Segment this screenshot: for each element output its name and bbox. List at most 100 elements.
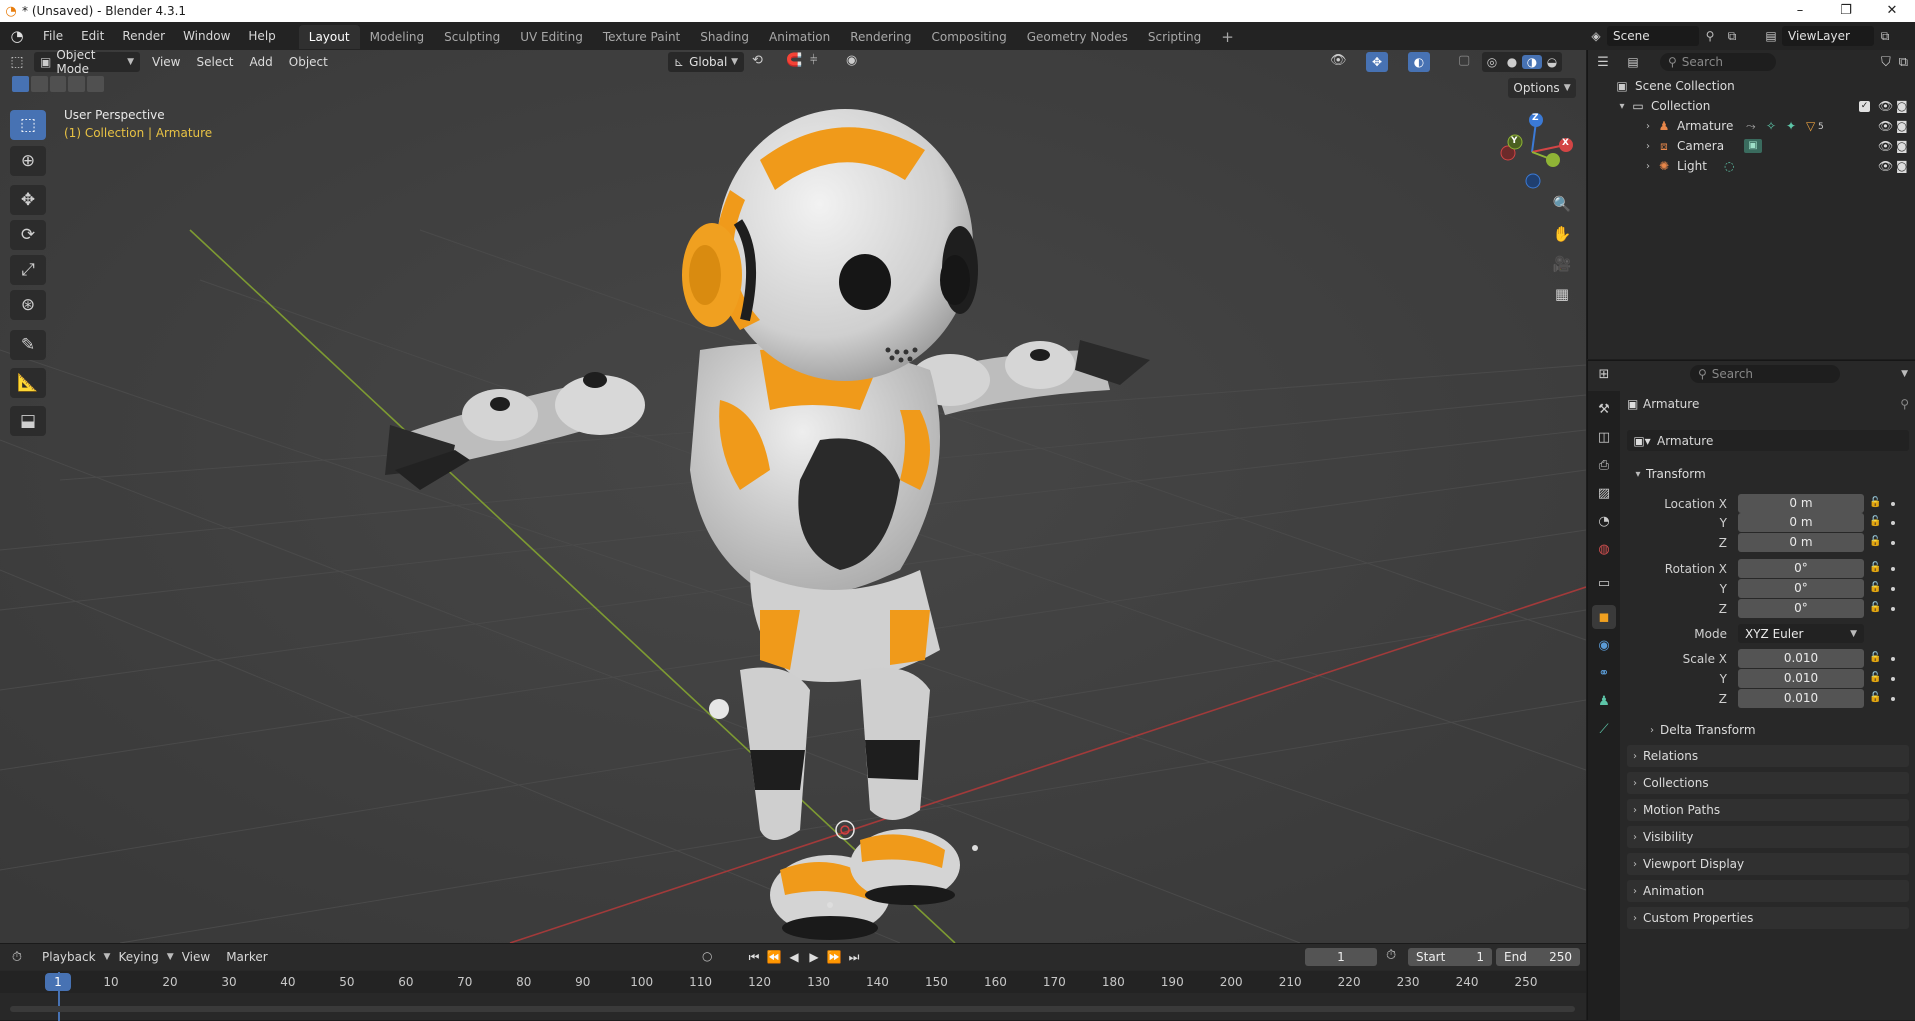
panel-collections[interactable]: › Collections [1627,772,1909,794]
new-scene-icon[interactable]: ⧉ [1721,29,1743,44]
properties-search-input[interactable]: ⚲ Search [1690,365,1840,383]
jump-start-icon[interactable]: ⏮ [744,950,764,965]
armature-data-tab-icon[interactable]: ♟ [1592,689,1616,713]
wireframe-shading-icon[interactable]: ◎ [1482,55,1502,69]
gizmo-toggle-icon[interactable]: ✥ [1366,52,1388,72]
select-mode-buttons[interactable] [12,76,104,94]
camera-view-icon[interactable]: 🎥 [1547,250,1577,278]
camera-render-icon[interactable]: ◙ [1896,139,1908,153]
menu-render[interactable]: Render [113,22,174,50]
proportional-editing-icon[interactable]: ◉ [846,53,857,68]
mesh-icon[interactable]: ▽ [1806,119,1815,133]
pin-icon[interactable]: ⚲ [1699,29,1721,43]
annotate-icon[interactable]: ✎ [10,330,46,360]
lock-icon[interactable]: 🔓 [1869,602,1881,613]
pan-hand-icon[interactable]: ✋ [1547,220,1577,248]
world-tab-icon[interactable]: ◍ [1592,537,1616,561]
3d-viewport[interactable]: Z X Y ⬚ ▣ Object Mode ▼ View Select Add … [0,50,1586,943]
timeline-menu-view[interactable]: View [174,950,218,964]
scene-tab-icon[interactable]: ◔ [1592,509,1616,533]
jump-end-icon[interactable]: ⏭ [844,950,864,965]
minimize-button[interactable]: – [1777,0,1823,22]
camera-render-icon[interactable]: ◙ [1896,159,1908,173]
play-reverse-icon[interactable]: ◀ [784,950,804,964]
tab-geometry-nodes[interactable]: Geometry Nodes [1017,25,1138,49]
constraints-tab-icon[interactable]: ⚭ [1592,661,1616,685]
tab-animation[interactable]: Animation [759,25,840,49]
panel-visibility[interactable]: › Visibility [1627,826,1909,848]
eye-icon[interactable]: 👁 [1878,139,1893,153]
jump-prev-keyframe-icon[interactable]: ⏪ [764,950,784,964]
light-object[interactable] [709,699,729,719]
lock-icon[interactable]: 🔓 [1869,692,1881,703]
panel-motion-paths[interactable]: › Motion Paths [1627,799,1909,821]
eye-icon[interactable]: 👁 [1878,99,1893,113]
view-layer-selector[interactable]: ▤ ViewLayer ⧉ [1760,25,1896,47]
keyframe-dot-icon[interactable] [1891,541,1895,545]
new-collection-icon[interactable]: ⧉ [1899,55,1908,70]
physics-tab-icon[interactable]: ◉ [1592,633,1616,657]
keyframe-dot-icon[interactable] [1891,567,1895,571]
camera-data-icon[interactable]: ▣ [1744,139,1762,153]
select-box-icon[interactable]: ⬚ [10,110,46,140]
rotation-z-field[interactable]: 0° [1738,599,1864,618]
view-layer-field[interactable]: ViewLayer [1782,26,1874,46]
menu-edit[interactable]: Edit [72,22,113,50]
orientation-dropdown[interactable]: ⊾ Global ▼ [668,52,744,72]
properties-editor-icon[interactable]: ⊞ [1588,367,1620,382]
panel-relations[interactable]: › Relations [1627,745,1909,767]
snap-icon[interactable]: 🧲 [786,53,802,68]
display-mode-icon[interactable]: ▤ [1618,55,1648,69]
eye-icon[interactable]: 👁 [1878,159,1893,173]
collection-tab-icon[interactable]: ▭ [1592,571,1616,595]
keyframe-dot-icon[interactable] [1891,502,1895,506]
select-invert-icon[interactable] [68,76,86,92]
delta-transform-subpanel[interactable]: › Delta Transform [1644,719,1756,741]
mode-dropdown[interactable]: ▣ Object Mode ▼ [34,50,140,76]
current-frame-field[interactable]: 1 [1305,948,1377,966]
pin-icon[interactable]: ⚲ [1900,397,1909,411]
tab-rendering[interactable]: Rendering [840,25,921,49]
expand-icon[interactable]: › [1640,141,1656,152]
viewport-menu-view[interactable]: View [144,51,188,73]
auto-keying-icon[interactable]: ○ [702,949,712,963]
select-subtract-icon[interactable] [49,76,67,92]
pivot-point-icon[interactable]: ⟲ [752,53,763,68]
render-tab-icon[interactable]: ◫ [1592,425,1616,449]
viewport-menu-select[interactable]: Select [188,51,241,73]
object-type-icon[interactable]: ▣▾ [1627,434,1657,448]
xray-icon[interactable]: ▢ [1458,53,1470,68]
viewport-menu-add[interactable]: Add [242,51,281,73]
playhead-frame-badge[interactable]: 1 [45,973,71,991]
lock-icon[interactable]: 🔓 [1869,582,1881,593]
start-frame-field[interactable]: Start 1 [1408,948,1492,966]
new-view-layer-icon[interactable]: ⧉ [1874,29,1896,44]
preview-range-icon[interactable]: ⏱ [1386,948,1396,963]
scale-z-field[interactable]: 0.010 [1738,689,1864,708]
scale-y-field[interactable]: 0.010 [1738,669,1864,688]
collection-checkbox[interactable]: ✓ [1859,100,1870,112]
tab-texture-paint[interactable]: Texture Paint [593,25,690,49]
tab-shading[interactable]: Shading [690,25,759,49]
rotation-x-field[interactable]: 0° [1738,559,1864,578]
maximize-button[interactable]: ❐ [1823,0,1869,22]
transform-panel-header[interactable]: ▾ Transform [1630,463,1705,485]
shading-modes[interactable]: ◎ ● ◑ ◒ [1482,52,1562,72]
timeline-ruler[interactable]: 10 20 30 40 50 60 70 80 90 100 110 120 130 140 150 160 1… [0,971,1586,993]
camera-render-icon[interactable]: ◙ [1896,119,1908,133]
location-z-field[interactable]: 0 m [1738,533,1864,552]
scale-x-field[interactable]: 0.010 [1738,649,1864,668]
select-new-icon[interactable] [12,76,29,92]
eye-icon[interactable]: 👁 [1878,119,1893,133]
perspective-toggle-icon[interactable]: ▦ [1547,280,1577,308]
outliner-search-input[interactable]: ⚲ Search [1660,53,1776,71]
tab-sculpting[interactable]: Sculpting [434,25,510,49]
object-tab-icon[interactable]: ◼ [1592,605,1616,629]
tab-modeling[interactable]: Modeling [360,25,435,49]
outliner-item-light[interactable]: › ✺ Light ◌ 👁 ◙ [1588,156,1915,176]
snap-target-icon[interactable]: ⫩ [810,53,817,68]
lock-icon[interactable]: 🔓 [1869,652,1881,663]
keyframe-dot-icon[interactable] [1891,607,1895,611]
panel-custom-properties[interactable]: › Custom Properties [1627,907,1909,929]
menu-window[interactable]: Window [174,22,239,50]
